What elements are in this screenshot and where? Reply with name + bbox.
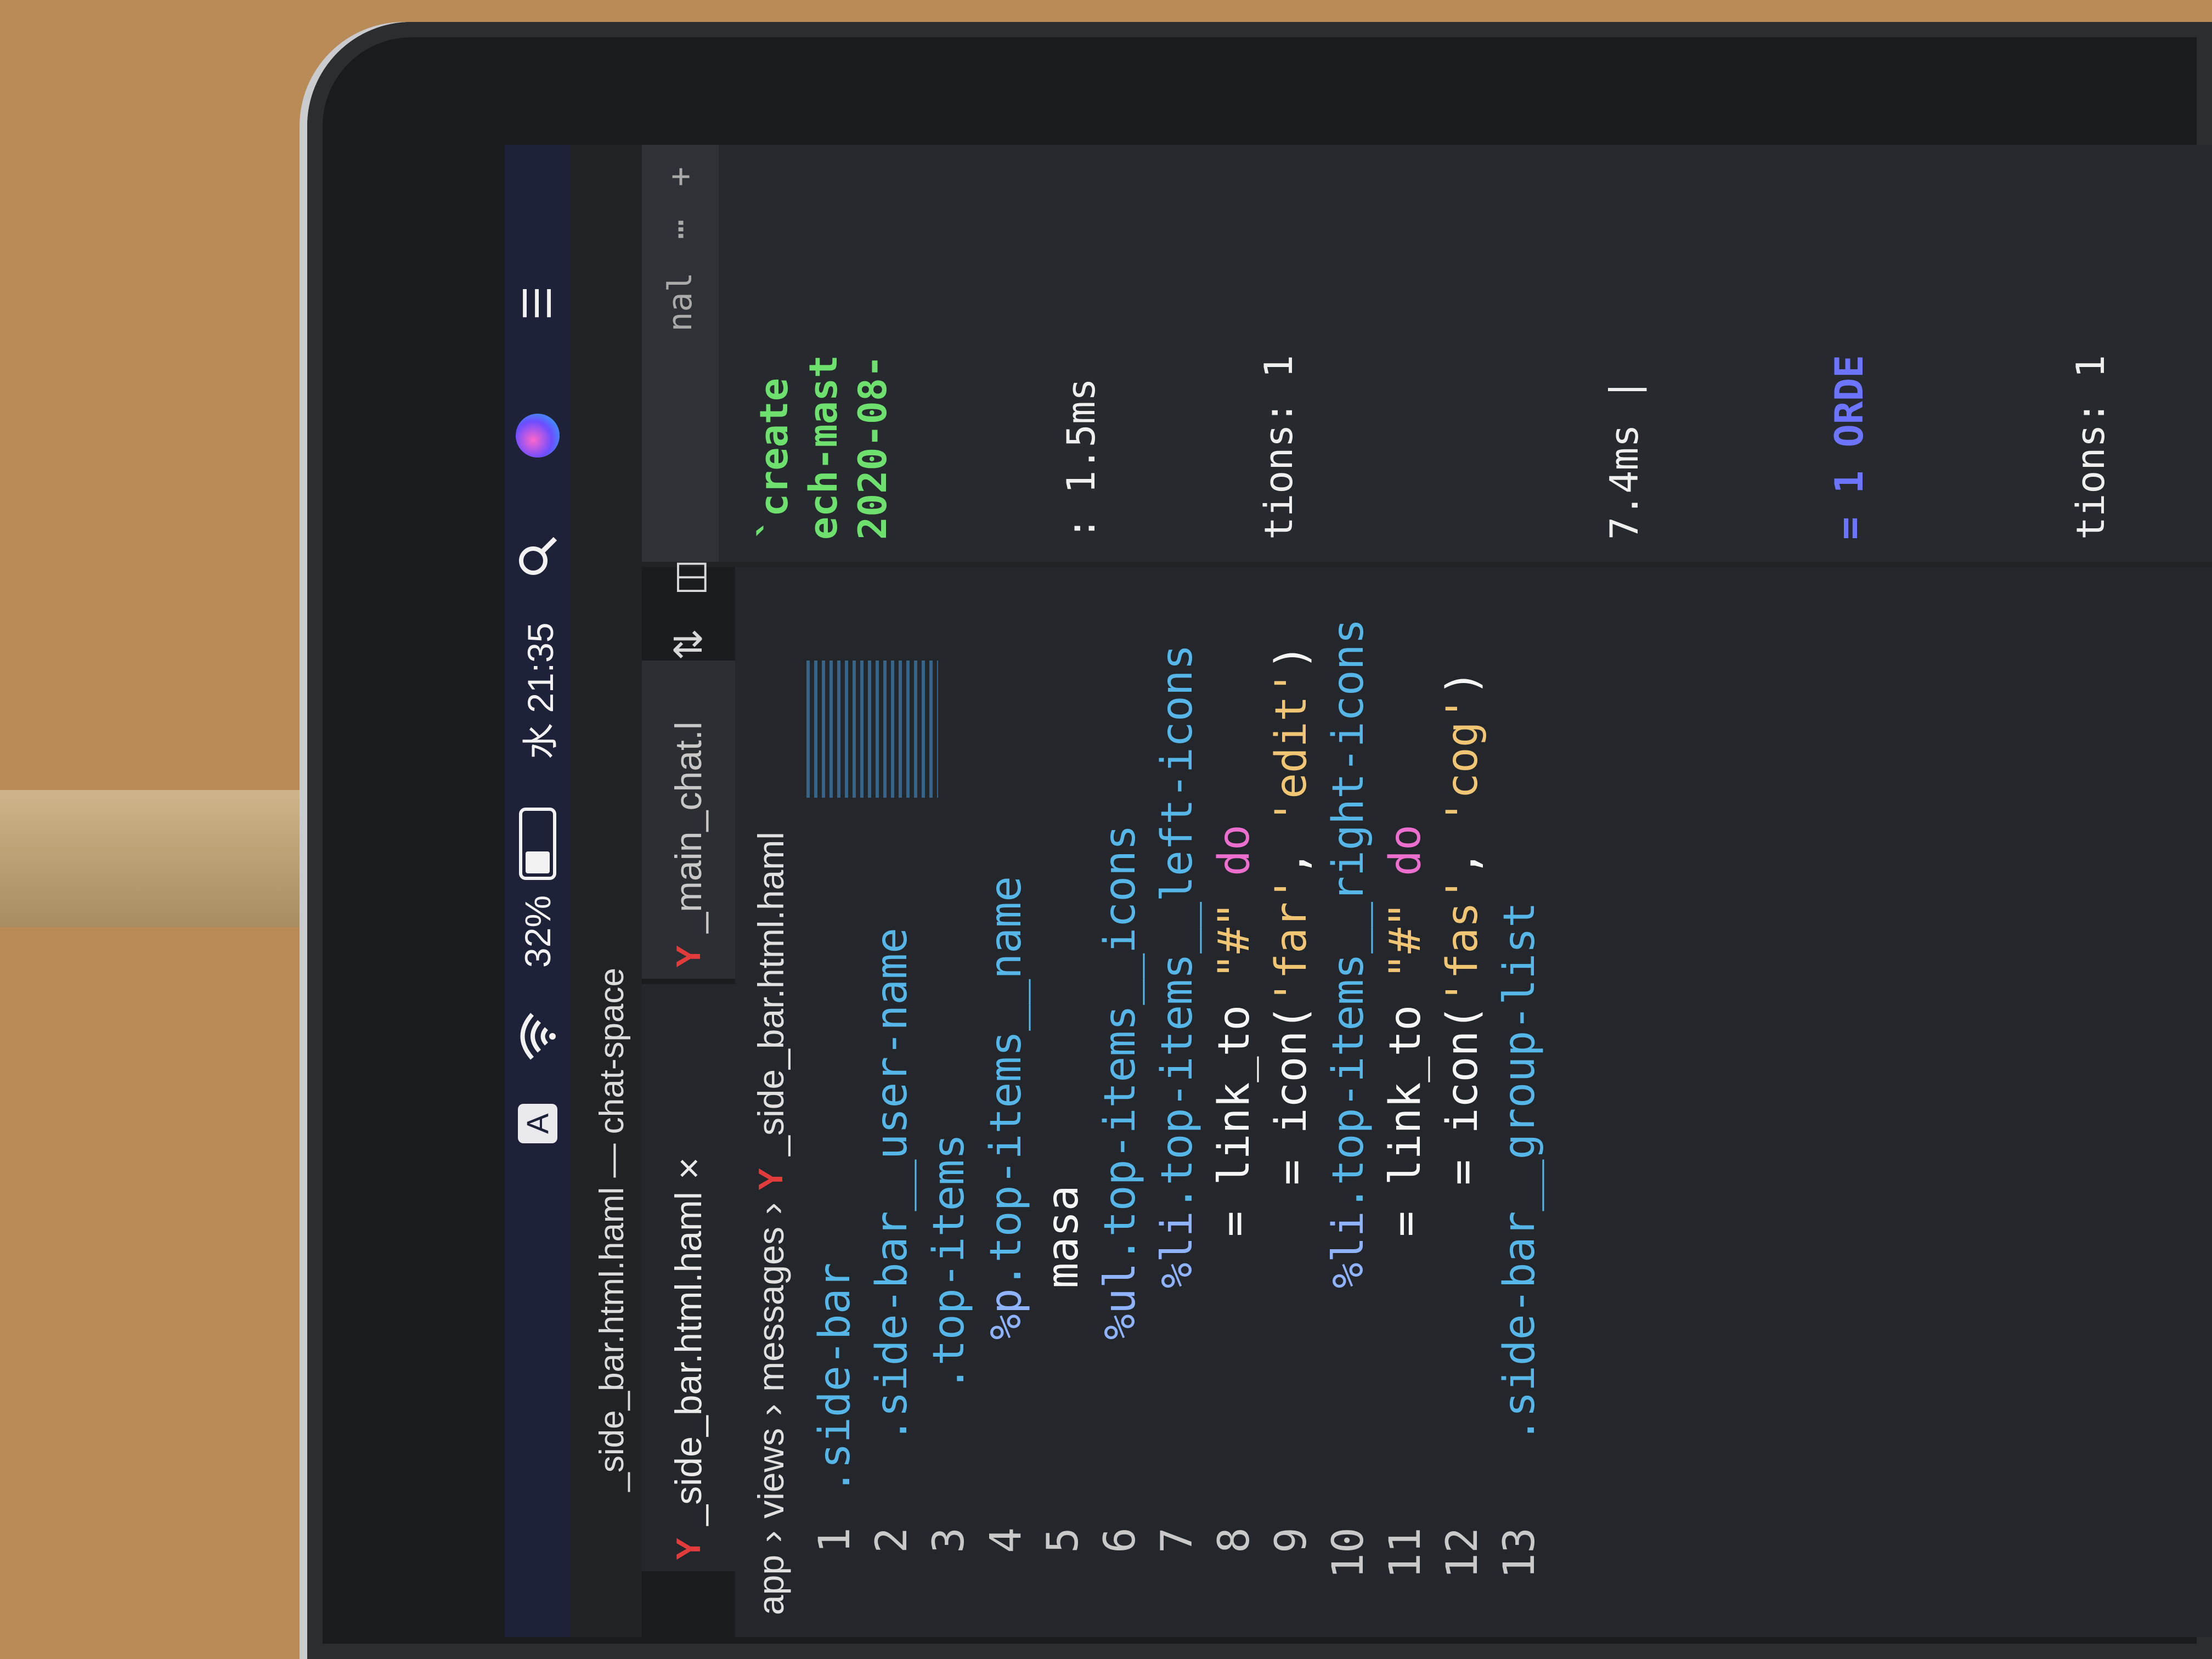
terminal-panel[interactable]: nal ⋯ + `create ech-mast 2020-08- : 1.5ms ti… bbox=[642, 145, 2212, 562]
code-line[interactable]: 11 = link_to "#" do bbox=[1377, 618, 1434, 1637]
code-editor: Y _side_bar.html.haml × Y _main_chat.l ⇅… bbox=[642, 488, 2212, 1637]
code-token: 'cog' bbox=[1438, 696, 1487, 825]
breadcrumb: app › views › messages › Y _side_bar.htm… bbox=[741, 573, 801, 1637]
code-token: %p bbox=[981, 1288, 1031, 1340]
tab-side-bar[interactable]: Y _side_bar.html.haml × bbox=[642, 984, 735, 1571]
line-number: 8 bbox=[1210, 1527, 1259, 1553]
code-line[interactable]: 10 %li .top-items__right-icons bbox=[1320, 618, 1377, 1637]
line-number: 11 bbox=[1381, 1527, 1430, 1579]
code-token: 'edit' bbox=[1267, 670, 1316, 825]
code-token: .side-bar__user-name bbox=[867, 927, 917, 1443]
more-actions-icon[interactable]: ⋯ bbox=[661, 219, 699, 239]
code-token: %ul bbox=[1096, 1262, 1145, 1340]
code-token: 'far' bbox=[1267, 876, 1316, 1005]
laptop-screen: A 32% 水 21:35 ☰ _side_bar.html.haml — ch… bbox=[505, 145, 2212, 1637]
tab-main-chat[interactable]: Y _main_chat.l bbox=[642, 661, 735, 979]
line-number: 12 bbox=[1438, 1527, 1487, 1579]
terminal-line: ech-mast bbox=[801, 354, 846, 540]
line-number: 7 bbox=[1153, 1527, 1202, 1553]
split-editor-icon[interactable]: ◫ bbox=[666, 559, 711, 595]
code-token: ) bbox=[1438, 670, 1487, 696]
code-token: , bbox=[1267, 825, 1316, 876]
code-line[interactable]: 8 = link_to "#" do bbox=[1206, 618, 1263, 1637]
code-token: ) bbox=[1267, 644, 1316, 670]
chevron-right-icon: › bbox=[751, 1530, 791, 1543]
code-line[interactable]: 13 .side-bar__group-list bbox=[1491, 618, 1548, 1637]
haml-file-icon: Y bbox=[669, 945, 708, 968]
terminal-line: 2020-08- bbox=[850, 354, 895, 540]
terminal-line: : 1.5ms bbox=[1059, 377, 1104, 540]
line-number: 6 bbox=[1096, 1527, 1145, 1553]
battery-percent[interactable]: 32% bbox=[516, 895, 560, 968]
code-token: .side-bar bbox=[810, 1262, 860, 1494]
chevron-right-icon: › bbox=[751, 1403, 791, 1416]
breadcrumb-item[interactable]: messages bbox=[750, 1227, 792, 1392]
code-token: .top-items__icons bbox=[1096, 825, 1145, 1263]
chevron-right-icon: › bbox=[751, 1203, 791, 1215]
code-token: do bbox=[1381, 825, 1430, 902]
menu-list-icon[interactable]: ☰ bbox=[516, 288, 560, 320]
terminal-line: 7.4ms | bbox=[1602, 377, 1647, 540]
code-line[interactable]: 7 %li .top-items__left-icons bbox=[1149, 618, 1206, 1637]
tab-label: _side_bar.html.haml bbox=[668, 1192, 709, 1526]
code-line[interactable]: 9 = icon('far', 'edit') bbox=[1263, 618, 1320, 1637]
code-token: .top-items__name bbox=[981, 876, 1031, 1289]
code-token: .side-bar__group-list bbox=[1495, 901, 1544, 1443]
line-number: 3 bbox=[924, 1527, 974, 1553]
code-token: = link_to bbox=[1381, 979, 1430, 1237]
add-terminal-icon[interactable]: + bbox=[661, 167, 699, 187]
close-icon[interactable]: × bbox=[667, 1157, 710, 1180]
line-number: 13 bbox=[1495, 1527, 1544, 1579]
code-token: = icon( bbox=[1438, 1005, 1487, 1186]
code-token: .top-items bbox=[924, 1133, 974, 1392]
battery-icon[interactable] bbox=[516, 808, 560, 880]
terminal-tab-bar: nal ⋯ + bbox=[642, 145, 719, 562]
terminal-line: = 1 ORDE bbox=[1827, 354, 1872, 540]
menubar-clock[interactable]: 水 21:35 bbox=[516, 623, 561, 760]
line-number: 10 bbox=[1324, 1527, 1373, 1579]
tab-label: _main_chat.l bbox=[668, 721, 709, 933]
haml-file-icon: Y bbox=[669, 1537, 708, 1560]
input-source-indicator[interactable]: A bbox=[516, 1104, 560, 1143]
haml-file-icon: Y bbox=[752, 1167, 790, 1191]
wifi-icon[interactable] bbox=[516, 1012, 560, 1061]
search-icon[interactable] bbox=[516, 534, 560, 578]
code-line[interactable]: 5 masa bbox=[1035, 618, 1092, 1637]
line-number: 9 bbox=[1267, 1527, 1316, 1553]
code-line[interactable]: 12 = icon('fas', 'cog') bbox=[1434, 618, 1491, 1637]
code-token: , bbox=[1438, 825, 1487, 876]
code-token: .top-items__right-icons bbox=[1324, 618, 1373, 1211]
editor-tab-bar: Y _side_bar.html.haml × Y _main_chat.l ⇅… bbox=[642, 488, 735, 1637]
line-number: 4 bbox=[981, 1527, 1031, 1553]
minimap[interactable] bbox=[806, 661, 938, 798]
line-number: 5 bbox=[1039, 1527, 1088, 1553]
line-number: 1 bbox=[810, 1527, 860, 1553]
code-token: 'fas' bbox=[1438, 876, 1487, 1005]
code-token: .top-items__left-icons bbox=[1153, 644, 1202, 1211]
code-token: = link_to bbox=[1210, 979, 1259, 1237]
code-token: = icon( bbox=[1267, 1005, 1316, 1186]
compare-changes-icon[interactable]: ⇅ bbox=[666, 628, 711, 661]
terminal-line: tions: 1 bbox=[1256, 354, 1301, 540]
terminal-tab-label[interactable]: nal bbox=[661, 272, 699, 331]
siri-icon[interactable] bbox=[516, 414, 560, 458]
terminal-line: tions: 1 bbox=[2068, 354, 2113, 540]
code-token: %li bbox=[1324, 1211, 1373, 1289]
terminal-line: `create bbox=[752, 377, 797, 540]
code-token: do bbox=[1210, 825, 1259, 902]
desk-background-object bbox=[0, 790, 329, 927]
code-token: masa bbox=[1039, 1185, 1088, 1289]
breadcrumb-item[interactable]: _side_bar.html.haml bbox=[750, 832, 792, 1156]
code-line[interactable]: 6 %ul .top-items__icons bbox=[1092, 618, 1149, 1637]
code-token: "#" bbox=[1210, 901, 1259, 979]
line-number: 2 bbox=[867, 1527, 917, 1553]
breadcrumb-item[interactable]: views bbox=[750, 1428, 792, 1519]
code-token: %li bbox=[1153, 1211, 1202, 1289]
breadcrumb-item[interactable]: app bbox=[750, 1555, 792, 1615]
window-title: _side_bar.html.haml — chat-space bbox=[592, 968, 631, 1492]
code-line[interactable]: 4 %p .top-items__name bbox=[978, 618, 1035, 1637]
macos-menubar: A 32% 水 21:35 ☰ bbox=[505, 145, 571, 1637]
code-token: "#" bbox=[1381, 901, 1430, 979]
